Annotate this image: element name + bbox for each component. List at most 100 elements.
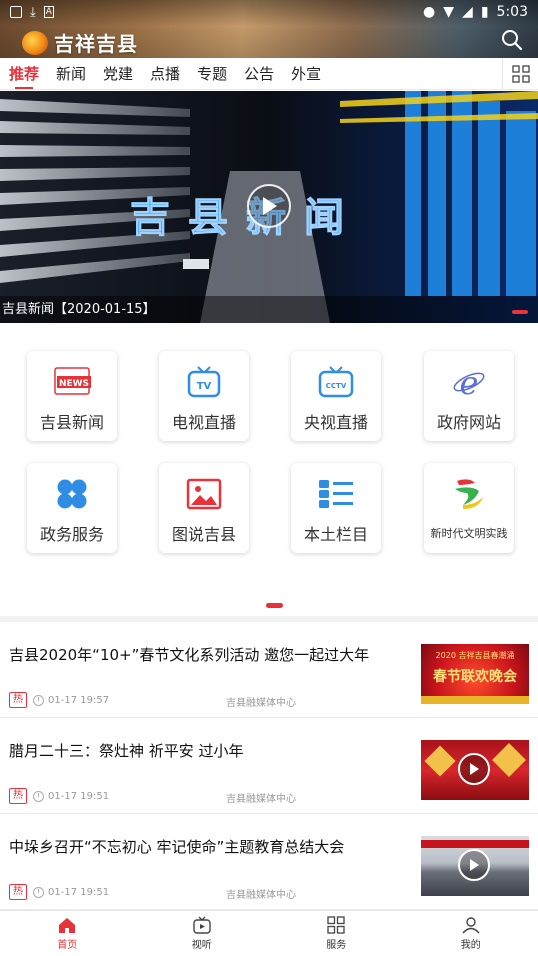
- clock-icon: [33, 790, 44, 802]
- hot-badge: 热: [9, 884, 27, 900]
- tab-news[interactable]: 新闻: [56, 59, 86, 89]
- news-source: 吉县融媒体中心: [226, 890, 296, 901]
- service-label: 本土栏目: [303, 525, 368, 544]
- news-thumbnail: [421, 836, 529, 896]
- app-title: 吉祥吉县: [22, 28, 138, 57]
- service-label: 图说吉县: [171, 525, 236, 544]
- app-logo-icon: [22, 30, 48, 55]
- service-label: 政府网站: [436, 413, 501, 432]
- grid-page-indicator: [266, 603, 283, 608]
- civilization-logo-icon: [424, 477, 514, 511]
- news-thumbnail: [421, 740, 529, 800]
- play-icon: [263, 197, 277, 215]
- image-icon: [159, 477, 249, 511]
- service-picture-xian[interactable]: 图说吉县: [159, 463, 249, 553]
- thumb-decoration: [424, 745, 456, 777]
- banner-caption: 吉县新闻【2020-01-15】: [0, 296, 538, 323]
- service-local-columns[interactable]: 本土栏目: [291, 463, 381, 553]
- news-title: 腊月二十三：祭灶神 祈平安 过小年: [9, 742, 244, 760]
- app-name: 吉祥吉县: [54, 32, 138, 56]
- notification-icon: [10, 6, 22, 18]
- clover-icon: [27, 477, 117, 511]
- tv-icon: TV: [159, 365, 249, 399]
- news-icon: NEWS: [27, 365, 117, 399]
- news-item[interactable]: 吉县2020年“10+”春节文化系列活动 邀您一起过大年 热 01-17 19:…: [0, 622, 538, 718]
- service-label: 新时代文明实践: [430, 527, 508, 540]
- news-meta: 热 01-17 19:51: [9, 884, 109, 900]
- news-title: 吉县2020年“10+”春节文化系列活动 邀您一起过大年: [9, 646, 370, 664]
- cctv-icon: CCTV: [291, 365, 381, 399]
- service-cctv-live[interactable]: CCTV 央视直播: [291, 351, 381, 441]
- news-meta: 热 01-17 19:57: [9, 692, 109, 708]
- banner-indicator: [512, 310, 528, 314]
- svg-text:CCTV: CCTV: [326, 382, 347, 390]
- news-time: 01-17 19:51: [48, 790, 110, 802]
- tab-publicity[interactable]: 外宣: [291, 59, 321, 89]
- video-play-icon: [458, 849, 490, 881]
- video-play-icon: [458, 753, 490, 785]
- service-label: 政务服务: [39, 525, 104, 544]
- news-title: 中垛乡召开“不忘初心 牢记使命”主题教育总结大会: [9, 838, 345, 856]
- nav-label: 视听: [191, 940, 212, 951]
- nav-label: 我的: [460, 940, 481, 951]
- tab-party[interactable]: 党建: [103, 59, 133, 89]
- news-time: 01-17 19:51: [48, 886, 110, 898]
- category-tabs: 推荐 新闻 党建 点播 专题 公告 外宣: [0, 58, 538, 90]
- grid-icon: [327, 916, 345, 934]
- nav-services[interactable]: 服务: [269, 911, 404, 956]
- banner-overlay-text: 吉县新闻: [130, 195, 362, 241]
- location-icon: ●: [423, 4, 436, 20]
- hot-badge: 热: [9, 788, 27, 804]
- bottom-nav: 首页 视听 服务 我的: [0, 910, 538, 956]
- nav-label: 首页: [57, 940, 78, 951]
- ie-icon: e: [424, 364, 514, 400]
- tab-topics[interactable]: 专题: [197, 59, 227, 89]
- thumb-decoration: [421, 696, 529, 704]
- news-item[interactable]: 中垛乡召开“不忘初心 牢记使命”主题教育总结大会 热 01-17 19:51 吉…: [0, 814, 538, 910]
- service-civilization-practice[interactable]: 新时代文明实践: [424, 463, 514, 553]
- svg-text:NEWS: NEWS: [59, 379, 89, 389]
- svg-text:TV: TV: [197, 381, 212, 392]
- service-xian-news[interactable]: NEWS 吉县新闻: [27, 351, 117, 441]
- banner-play-button[interactable]: [247, 184, 291, 228]
- news-time: 01-17 19:57: [48, 694, 110, 706]
- service-label: 电视直播: [171, 413, 236, 432]
- nav-mine[interactable]: 我的: [404, 911, 538, 956]
- service-tv-live[interactable]: TV 电视直播: [159, 351, 249, 441]
- nav-home[interactable]: 首页: [0, 911, 135, 956]
- user-icon: [462, 917, 480, 934]
- list-icon: [291, 477, 381, 511]
- nav-label: 服务: [326, 940, 347, 951]
- thumb-decoration: [421, 840, 529, 848]
- app-notification-icon: A: [43, 6, 54, 18]
- tab-recommend[interactable]: 推荐: [9, 59, 39, 89]
- service-gov-affairs[interactable]: 政务服务: [27, 463, 117, 553]
- banner-carousel[interactable]: 吉县新闻 吉县新闻【2020-01-15】: [0, 91, 538, 323]
- home-icon: [59, 918, 76, 933]
- wifi-icon: ▼: [443, 4, 455, 20]
- status-bar: ⤓ A ● ▼ ◢ ▮ 5:03: [0, 0, 538, 24]
- thumb-decoration: [492, 743, 526, 777]
- download-icon: ⤓: [30, 4, 36, 20]
- news-item[interactable]: 腊月二十三：祭灶神 祈平安 过小年 热 01-17 19:51 吉县融媒体中心: [0, 718, 538, 814]
- clock-icon: [33, 694, 44, 706]
- tab-menu-button[interactable]: [502, 58, 538, 89]
- tv-play-icon: [193, 916, 211, 934]
- search-button[interactable]: [500, 28, 524, 52]
- hot-badge: 热: [9, 692, 27, 708]
- nav-audiovisual[interactable]: 视听: [135, 911, 270, 956]
- news-meta: 热 01-17 19:51: [9, 788, 109, 804]
- thumb-top-text: 2020 吉祥吉县春潮涌: [435, 651, 515, 660]
- tab-vod[interactable]: 点播: [150, 59, 180, 89]
- search-icon: [502, 30, 523, 51]
- news-thumbnail: 2020 吉祥吉县春潮涌 春节联欢晚会: [421, 644, 529, 704]
- service-label: 吉县新闻: [39, 413, 104, 432]
- svg-text:e: e: [460, 364, 479, 400]
- clock-icon: [33, 886, 44, 898]
- tab-notices[interactable]: 公告: [244, 59, 274, 89]
- service-gov-website[interactable]: e 政府网站: [424, 351, 514, 441]
- battery-icon: ▮: [480, 4, 489, 20]
- service-label: 央视直播: [303, 413, 368, 432]
- status-time: 5:03: [496, 4, 528, 20]
- grid-menu-icon: [511, 64, 530, 83]
